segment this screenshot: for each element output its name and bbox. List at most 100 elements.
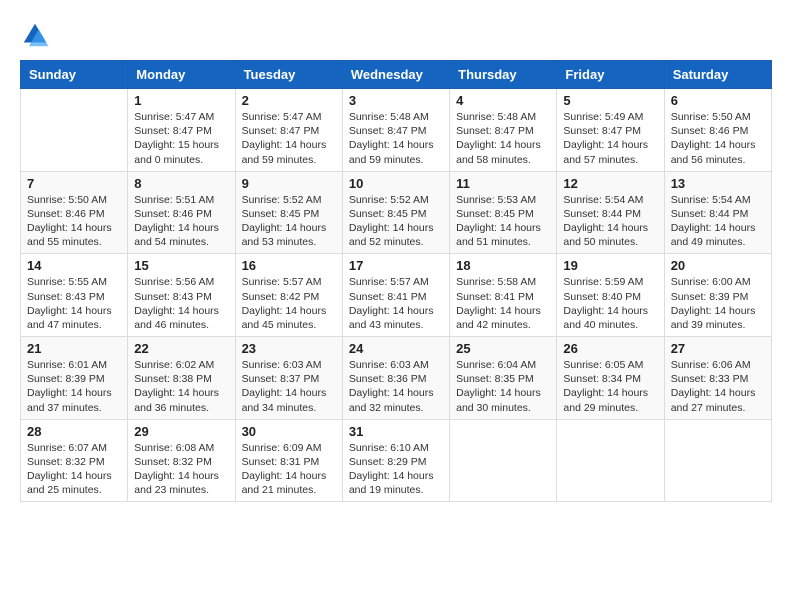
day-info: Sunrise: 5:51 AMSunset: 8:46 PMDaylight:… bbox=[134, 193, 228, 250]
day-info: Sunrise: 5:54 AMSunset: 8:44 PMDaylight:… bbox=[563, 193, 657, 250]
calendar-cell: 30 Sunrise: 6:09 AMSunset: 8:31 PMDayligh… bbox=[235, 419, 342, 502]
day-number: 21 bbox=[27, 341, 121, 356]
day-number: 27 bbox=[671, 341, 765, 356]
calendar-cell: 13 Sunrise: 5:54 AMSunset: 8:44 PMDayligh… bbox=[664, 171, 771, 254]
day-number: 5 bbox=[563, 93, 657, 108]
calendar-cell: 2Sunrise: 5:47 AMSunset: 8:47 PMDaylight… bbox=[235, 89, 342, 172]
day-info: Sunrise: 6:04 AMSunset: 8:35 PMDaylight:… bbox=[456, 358, 550, 415]
calendar-cell: 15 Sunrise: 5:56 AMSunset: 8:43 PMDayligh… bbox=[128, 254, 235, 337]
day-info: Sunrise: 6:09 AMSunset: 8:31 PMDaylight:… bbox=[242, 441, 336, 498]
day-number: 8 bbox=[134, 176, 228, 191]
logo bbox=[20, 20, 54, 50]
calendar-cell: 25 Sunrise: 6:04 AMSunset: 8:35 PMDayligh… bbox=[450, 337, 557, 420]
day-number: 17 bbox=[349, 258, 443, 273]
calendar-cell bbox=[21, 89, 128, 172]
calendar-cell: 17 Sunrise: 5:57 AMSunset: 8:41 PMDayligh… bbox=[342, 254, 449, 337]
day-info: Sunrise: 6:00 AMSunset: 8:39 PMDaylight:… bbox=[671, 275, 765, 332]
day-info: Sunrise: 6:06 AMSunset: 8:33 PMDaylight:… bbox=[671, 358, 765, 415]
calendar-cell: 23Sunrise: 6:03 AMSunset: 8:37 PMDayligh… bbox=[235, 337, 342, 420]
day-number: 23 bbox=[242, 341, 336, 356]
calendar-cell: 10 Sunrise: 5:52 AMSunset: 8:45 PMDayligh… bbox=[342, 171, 449, 254]
day-info: Sunrise: 5:58 AMSunset: 8:41 PMDaylight:… bbox=[456, 275, 550, 332]
day-number: 12 bbox=[563, 176, 657, 191]
calendar-table: SundayMondayTuesdayWednesdayThursdayFrid… bbox=[20, 60, 772, 502]
day-number: 30 bbox=[242, 424, 336, 439]
week-row-5: 28 Sunrise: 6:07 AMSunset: 8:32 PMDayligh… bbox=[21, 419, 772, 502]
calendar-cell: 31 Sunrise: 6:10 AMSunset: 8:29 PMDayligh… bbox=[342, 419, 449, 502]
day-number: 4 bbox=[456, 93, 550, 108]
calendar-cell bbox=[664, 419, 771, 502]
day-info: Sunrise: 6:02 AMSunset: 8:38 PMDaylight:… bbox=[134, 358, 228, 415]
calendar-cell bbox=[557, 419, 664, 502]
day-number: 2 bbox=[242, 93, 336, 108]
calendar-cell: 11Sunrise: 5:53 AMSunset: 8:45 PMDayligh… bbox=[450, 171, 557, 254]
calendar-cell: 9Sunrise: 5:52 AMSunset: 8:45 PMDaylight… bbox=[235, 171, 342, 254]
day-number: 14 bbox=[27, 258, 121, 273]
calendar-cell: 28 Sunrise: 6:07 AMSunset: 8:32 PMDayligh… bbox=[21, 419, 128, 502]
day-number: 24 bbox=[349, 341, 443, 356]
calendar-cell: 3 Sunrise: 5:48 AMSunset: 8:47 PMDaylight… bbox=[342, 89, 449, 172]
week-row-2: 7 Sunrise: 5:50 AMSunset: 8:46 PMDaylight… bbox=[21, 171, 772, 254]
day-number: 13 bbox=[671, 176, 765, 191]
calendar-cell: 7 Sunrise: 5:50 AMSunset: 8:46 PMDaylight… bbox=[21, 171, 128, 254]
calendar-cell: 21 Sunrise: 6:01 AMSunset: 8:39 PMDayligh… bbox=[21, 337, 128, 420]
day-info: Sunrise: 5:55 AMSunset: 8:43 PMDaylight:… bbox=[27, 275, 121, 332]
weekday-header-row: SundayMondayTuesdayWednesdayThursdayFrid… bbox=[21, 61, 772, 89]
day-info: Sunrise: 6:01 AMSunset: 8:39 PMDaylight:… bbox=[27, 358, 121, 415]
calendar-cell bbox=[450, 419, 557, 502]
day-info: Sunrise: 6:07 AMSunset: 8:32 PMDaylight:… bbox=[27, 441, 121, 498]
calendar-cell: 6 Sunrise: 5:50 AMSunset: 8:46 PMDaylight… bbox=[664, 89, 771, 172]
calendar-cell: 24Sunrise: 6:03 AMSunset: 8:36 PMDayligh… bbox=[342, 337, 449, 420]
day-number: 25 bbox=[456, 341, 550, 356]
day-info: Sunrise: 5:50 AMSunset: 8:46 PMDaylight:… bbox=[27, 193, 121, 250]
day-number: 20 bbox=[671, 258, 765, 273]
day-number: 18 bbox=[456, 258, 550, 273]
weekday-header-monday: Monday bbox=[128, 61, 235, 89]
weekday-header-saturday: Saturday bbox=[664, 61, 771, 89]
calendar-cell: 26Sunrise: 6:05 AMSunset: 8:34 PMDayligh… bbox=[557, 337, 664, 420]
calendar-cell: 18 Sunrise: 5:58 AMSunset: 8:41 PMDayligh… bbox=[450, 254, 557, 337]
day-number: 29 bbox=[134, 424, 228, 439]
day-number: 31 bbox=[349, 424, 443, 439]
calendar-cell: 27 Sunrise: 6:06 AMSunset: 8:33 PMDayligh… bbox=[664, 337, 771, 420]
day-number: 3 bbox=[349, 93, 443, 108]
day-info: Sunrise: 5:47 AMSunset: 8:47 PMDaylight:… bbox=[134, 110, 228, 167]
day-number: 28 bbox=[27, 424, 121, 439]
day-info: Sunrise: 5:54 AMSunset: 8:44 PMDaylight:… bbox=[671, 193, 765, 250]
calendar-cell: 8 Sunrise: 5:51 AMSunset: 8:46 PMDaylight… bbox=[128, 171, 235, 254]
day-number: 22 bbox=[134, 341, 228, 356]
day-number: 6 bbox=[671, 93, 765, 108]
day-info: Sunrise: 5:50 AMSunset: 8:46 PMDaylight:… bbox=[671, 110, 765, 167]
day-info: Sunrise: 5:52 AMSunset: 8:45 PMDaylight:… bbox=[349, 193, 443, 250]
calendar-cell: 1 Sunrise: 5:47 AMSunset: 8:47 PMDaylight… bbox=[128, 89, 235, 172]
header bbox=[20, 20, 772, 50]
day-number: 16 bbox=[242, 258, 336, 273]
weekday-header-wednesday: Wednesday bbox=[342, 61, 449, 89]
weekday-header-friday: Friday bbox=[557, 61, 664, 89]
day-info: Sunrise: 5:48 AMSunset: 8:47 PMDaylight:… bbox=[349, 110, 443, 167]
calendar-cell: 20 Sunrise: 6:00 AMSunset: 8:39 PMDayligh… bbox=[664, 254, 771, 337]
day-info: Sunrise: 6:10 AMSunset: 8:29 PMDaylight:… bbox=[349, 441, 443, 498]
calendar-cell: 14 Sunrise: 5:55 AMSunset: 8:43 PMDayligh… bbox=[21, 254, 128, 337]
weekday-header-thursday: Thursday bbox=[450, 61, 557, 89]
day-number: 10 bbox=[349, 176, 443, 191]
week-row-1: 1 Sunrise: 5:47 AMSunset: 8:47 PMDaylight… bbox=[21, 89, 772, 172]
day-info: Sunrise: 6:08 AMSunset: 8:32 PMDaylight:… bbox=[134, 441, 228, 498]
day-number: 1 bbox=[134, 93, 228, 108]
calendar-cell: 16 Sunrise: 5:57 AMSunset: 8:42 PMDayligh… bbox=[235, 254, 342, 337]
calendar-cell: 19Sunrise: 5:59 AMSunset: 8:40 PMDayligh… bbox=[557, 254, 664, 337]
day-info: Sunrise: 6:05 AMSunset: 8:34 PMDaylight:… bbox=[563, 358, 657, 415]
calendar-cell: 12 Sunrise: 5:54 AMSunset: 8:44 PMDayligh… bbox=[557, 171, 664, 254]
calendar-cell: 22 Sunrise: 6:02 AMSunset: 8:38 PMDayligh… bbox=[128, 337, 235, 420]
day-info: Sunrise: 5:57 AMSunset: 8:41 PMDaylight:… bbox=[349, 275, 443, 332]
day-info: Sunrise: 5:57 AMSunset: 8:42 PMDaylight:… bbox=[242, 275, 336, 332]
day-number: 7 bbox=[27, 176, 121, 191]
day-info: Sunrise: 5:48 AMSunset: 8:47 PMDaylight:… bbox=[456, 110, 550, 167]
day-info: Sunrise: 5:56 AMSunset: 8:43 PMDaylight:… bbox=[134, 275, 228, 332]
calendar-cell: 4 Sunrise: 5:48 AMSunset: 8:47 PMDaylight… bbox=[450, 89, 557, 172]
calendar-cell: 5Sunrise: 5:49 AMSunset: 8:47 PMDaylight… bbox=[557, 89, 664, 172]
weekday-header-tuesday: Tuesday bbox=[235, 61, 342, 89]
calendar-cell: 29 Sunrise: 6:08 AMSunset: 8:32 PMDayligh… bbox=[128, 419, 235, 502]
day-number: 15 bbox=[134, 258, 228, 273]
weekday-header-sunday: Sunday bbox=[21, 61, 128, 89]
